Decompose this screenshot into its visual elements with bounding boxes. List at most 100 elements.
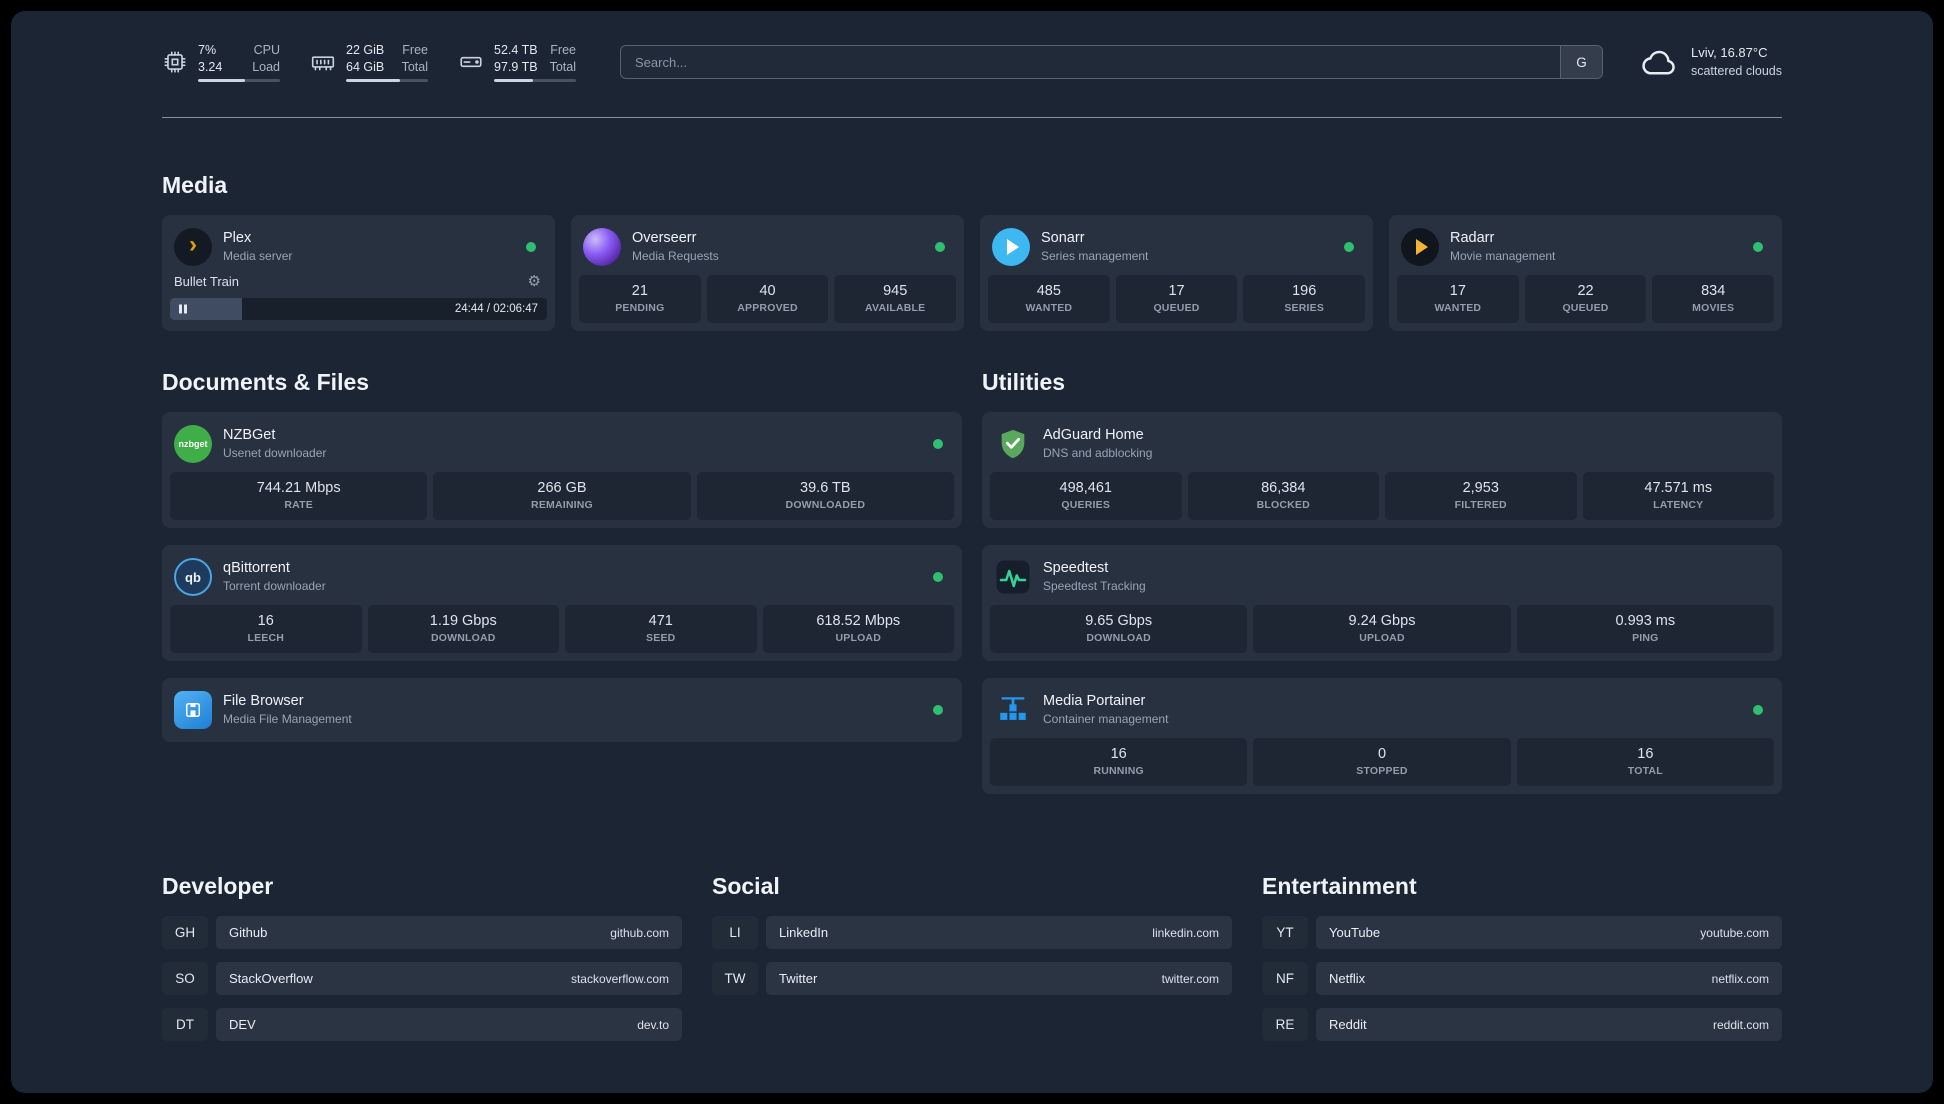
bookmark-linkedin[interactable]: LI LinkedIn linkedin.com <box>712 916 1232 949</box>
service-card-qbittorrent[interactable]: qb qBittorrent Torrent downloader 16 LEEC… <box>162 545 962 661</box>
bookmark-twitter[interactable]: TW Twitter twitter.com <box>712 962 1232 995</box>
service-card-sonarr[interactable]: Sonarr Series management 485 WANTED 17 QUE… <box>980 215 1373 331</box>
stat-label: DOWNLOADED <box>785 499 866 511</box>
bookmark-name: DEV <box>229 1017 256 1032</box>
search-bar: G <box>620 45 1603 79</box>
stat-block: 16 RUNNING <box>990 738 1248 786</box>
gear-icon[interactable]: ⚙ <box>528 272 541 290</box>
bookmark-name: Reddit <box>1329 1017 1367 1032</box>
cloud-icon <box>1642 50 1675 74</box>
weather-widget: Lviv, 16.87°C scattered clouds <box>1639 44 1782 81</box>
service-name: File Browser <box>223 693 304 710</box>
stat-value: 1.19 Gbps <box>429 613 497 629</box>
bookmark-url: netflix.com <box>1711 971 1769 986</box>
service-card-nzbget[interactable]: nzbget NZBGet Usenet downloader 744.21 M… <box>162 412 962 528</box>
stat-label: UPLOAD <box>835 632 882 644</box>
weather-condition: scattered clouds <box>1690 64 1782 79</box>
status-dot-online <box>933 705 943 715</box>
service-card-plex[interactable]: › Plex Media server Bullet Train ⚙ 24:44… <box>162 215 555 331</box>
stat-block: 945 AVAILABLE <box>834 275 957 323</box>
service-card-radarr[interactable]: Radarr Movie management 17 WANTED 22 QUEUE… <box>1389 215 1782 331</box>
stat-value: 485 <box>1036 283 1061 299</box>
cpu-progress-fill <box>198 78 245 82</box>
memory-total-label: Total <box>401 59 428 74</box>
top-bar: 7% CPU 3.24 Load 22 GiB Free 64 GiB Total <box>162 41 1782 83</box>
stat-value: 498,461 <box>1059 480 1112 496</box>
bookmark-stackoverflow[interactable]: SO StackOverflow stackoverflow.com <box>162 962 682 995</box>
service-card-filebrowser[interactable]: File Browser Media File Management <box>162 678 962 742</box>
bookmark-name: LinkedIn <box>779 925 829 940</box>
bookmark-abbr: LI <box>712 916 758 949</box>
playback-time: 24:44 / 02:06:47 <box>454 303 538 315</box>
disk-progress-fill <box>494 78 533 82</box>
stat-block: 86,384 BLOCKED <box>1187 472 1379 520</box>
service-name: Speedtest <box>1043 560 1109 577</box>
stat-value: 47.571 ms <box>1644 480 1713 496</box>
bookmark-url: reddit.com <box>1712 1017 1769 1032</box>
service-desc: Container management <box>1043 712 1169 727</box>
stat-label: APPROVED <box>737 302 798 314</box>
stat-label: MOVIES <box>1692 302 1735 314</box>
bookmark-netflix[interactable]: NF Netflix netflix.com <box>1262 962 1782 995</box>
service-desc: DNS and adblocking <box>1043 446 1153 461</box>
service-desc: Media server <box>223 249 293 264</box>
memory-widget: 22 GiB Free 64 GiB Total <box>310 42 428 82</box>
service-desc: Media Requests <box>632 249 719 264</box>
status-dot-online <box>1753 705 1763 715</box>
stat-label: REMAINING <box>531 499 593 511</box>
search-input[interactable] <box>621 46 1560 78</box>
service-name: qBittorrent <box>223 560 290 577</box>
disk-total-label: Total <box>549 59 576 74</box>
bookmark-url: youtube.com <box>1700 925 1769 940</box>
status-dot-online <box>933 439 943 449</box>
cpu-icon <box>164 51 186 73</box>
cpu-load-label: Load <box>252 59 280 74</box>
stat-label: SEED <box>646 632 676 644</box>
disk-stats: 52.4 TB Free 97.9 TB Total <box>494 42 576 82</box>
bookmark-name: StackOverflow <box>229 971 313 986</box>
service-desc: Speedtest Tracking <box>1043 579 1146 594</box>
bookmark-url: twitter.com <box>1161 971 1219 986</box>
bookmark-dev[interactable]: DT DEV dev.to <box>162 1008 682 1041</box>
bookmark-name: Twitter <box>779 971 818 986</box>
cpu-usage-value: 7% <box>198 43 217 58</box>
stat-label: RATE <box>284 499 313 511</box>
service-card-speedtest[interactable]: Speedtest Speedtest Tracking 9.65 Gbps DO… <box>982 545 1782 661</box>
bookmark-github[interactable]: GH Github github.com <box>162 916 682 949</box>
stat-block: 40 APPROVED <box>706 275 829 323</box>
service-card-adguard[interactable]: AdGuard Home DNS and adblocking 498,461 Q… <box>982 412 1782 528</box>
bookmark-reddit[interactable]: RE Reddit reddit.com <box>1262 1008 1782 1041</box>
stat-label: RUNNING <box>1093 765 1144 777</box>
stat-label: QUEUED <box>1562 302 1609 314</box>
service-desc: Torrent downloader <box>223 579 326 594</box>
stat-block: 744.21 Mbps RATE <box>170 472 428 520</box>
bookmark-abbr: NF <box>1262 962 1308 995</box>
stat-label: UPLOAD <box>1359 632 1405 644</box>
section-title-developer: Developer <box>162 873 274 899</box>
stat-block: 39.6 TB DOWNLOADED <box>696 472 954 520</box>
section-title-media: Media <box>162 172 228 198</box>
service-card-overseerr[interactable]: Overseerr Media Requests 21 PENDING 40 APP… <box>571 215 964 331</box>
section-title-entertainment: Entertainment <box>1262 873 1417 899</box>
stat-value: 834 <box>1701 283 1726 299</box>
stat-value: 9.24 Gbps <box>1348 613 1416 629</box>
cpu-stats: 7% CPU 3.24 Load <box>198 42 280 82</box>
stat-block: 17 QUEUED <box>1115 275 1238 323</box>
search-provider-button[interactable]: G <box>1559 46 1602 78</box>
stat-value: 196 <box>1292 283 1317 299</box>
speedtest-icon <box>994 558 1032 596</box>
service-name: Radarr <box>1450 230 1495 247</box>
disk-free-label: Free <box>550 43 576 58</box>
bookmark-url: dev.to <box>637 1017 669 1032</box>
bookmark-youtube[interactable]: YT YouTube youtube.com <box>1262 916 1782 949</box>
service-card-portainer[interactable]: Media Portainer Container management 16 R… <box>982 678 1782 794</box>
section-title-utilities: Utilities <box>982 369 1066 395</box>
stat-value: 22 <box>1577 283 1594 299</box>
service-name: Sonarr <box>1041 230 1085 247</box>
stat-value: 9.65 Gbps <box>1085 613 1153 629</box>
stat-label: TOTAL <box>1627 765 1663 777</box>
stat-value: 16 <box>1110 746 1127 762</box>
bookmark-abbr: GH <box>162 916 208 949</box>
stat-value: 266 GB <box>537 480 587 496</box>
pause-icon <box>179 304 187 314</box>
